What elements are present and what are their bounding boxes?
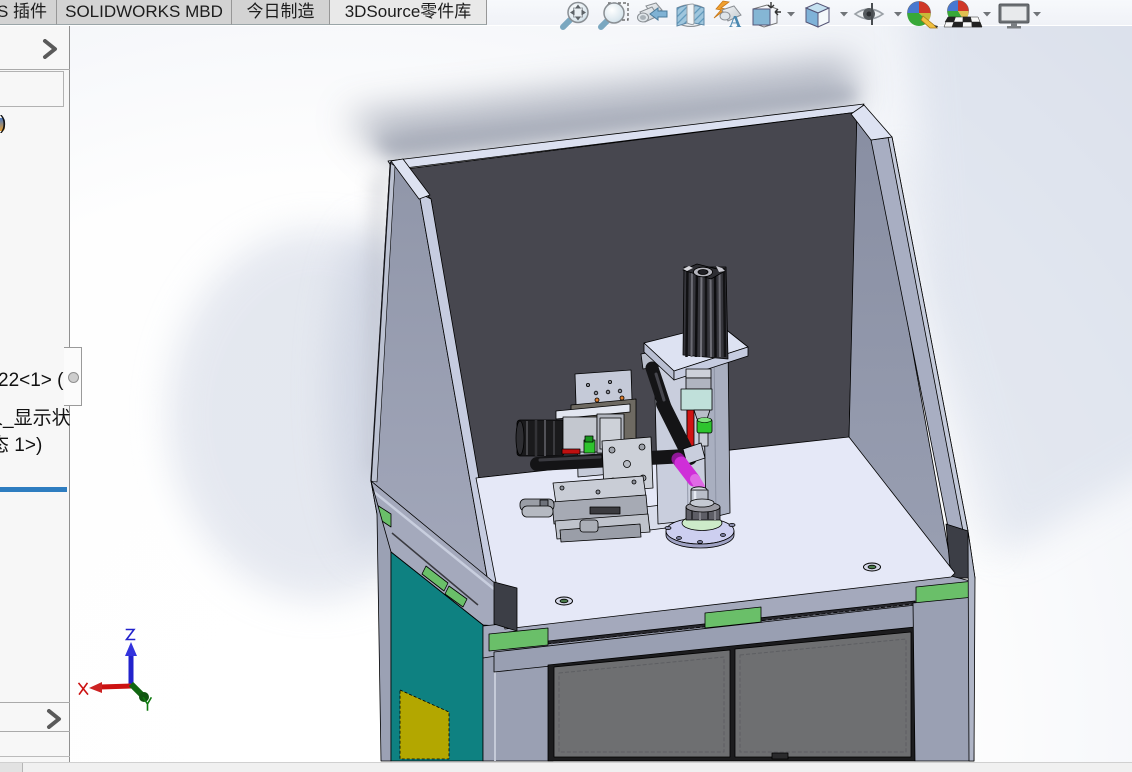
svg-text:A: A	[729, 12, 742, 31]
